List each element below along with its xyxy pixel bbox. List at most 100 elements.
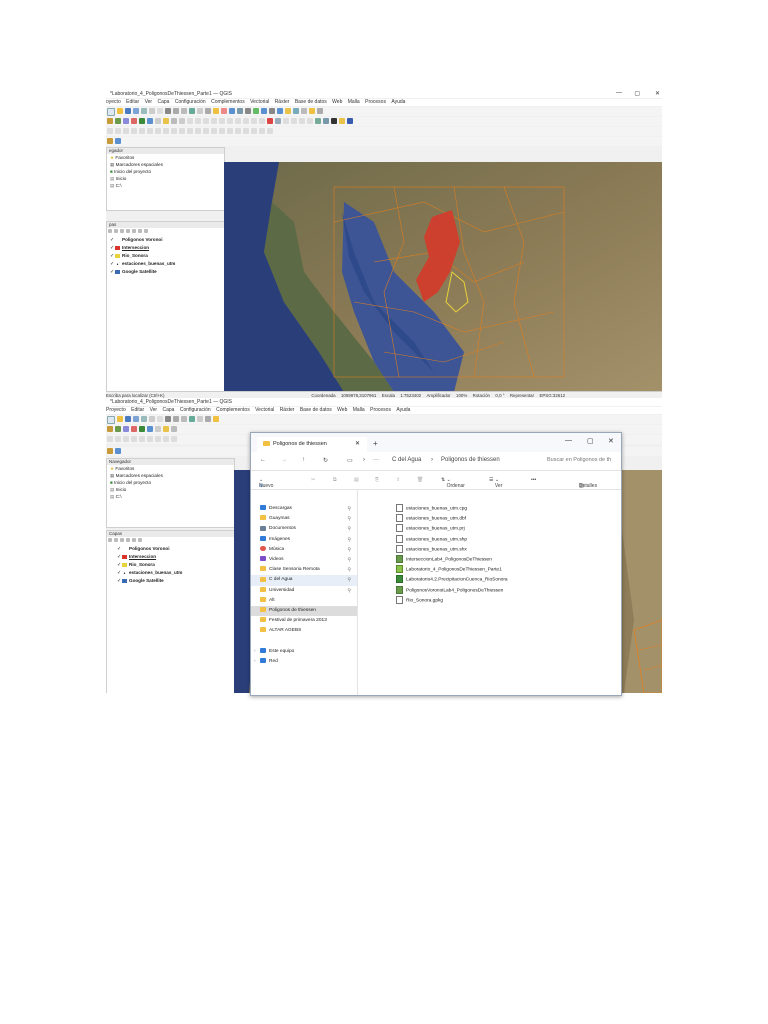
file-item[interactable]: Laboratorio4.2.PrecipitacionCuenca_RioSo… bbox=[358, 575, 621, 585]
more-button[interactable]: ••• bbox=[531, 477, 536, 483]
delete-icon[interactable]: 🗑 bbox=[417, 477, 423, 483]
browser-item-inicio-proyecto[interactable]: ■ Inicio del proyecto bbox=[107, 479, 234, 486]
nav-item-guaymas[interactable]: Guaymas ⚲ bbox=[251, 514, 357, 524]
back-arrow-icon[interactable]: ← bbox=[260, 457, 266, 463]
file-item[interactable]: estaciones_buenas_utm.shp bbox=[358, 534, 621, 545]
layer-interseccion[interactable]: ✓ Interseccion bbox=[107, 244, 224, 252]
layer-poligonos-voronoi[interactable]: ✓ Poligonos Voronoi bbox=[107, 236, 224, 244]
monitor-icon[interactable]: ▭ bbox=[347, 457, 353, 464]
menu-configuracion[interactable]: Configuración bbox=[180, 407, 211, 413]
layer-google-satellite[interactable]: ✓ Google Satellite bbox=[107, 268, 224, 276]
ellipsis-icon[interactable]: ··· bbox=[373, 457, 379, 463]
file-item[interactable]: estaciones_buenas_utm.dbf bbox=[358, 514, 621, 524]
nav-item-documentos[interactable]: Documentos ⚲ bbox=[251, 524, 357, 534]
menu-editar[interactable]: Editar bbox=[126, 99, 139, 105]
minimize-button[interactable]: — bbox=[565, 437, 572, 444]
toolbar-4[interactable] bbox=[106, 137, 662, 146]
browser-item-favoritos[interactable]: ★ Favoritos bbox=[107, 154, 224, 161]
menu-base-de-datos[interactable]: Base de datos bbox=[300, 407, 332, 413]
layers-toolbar[interactable] bbox=[107, 228, 224, 236]
layer-estaciones[interactable]: ✓ • estaciones_buenas_utm bbox=[107, 260, 224, 268]
nav-item-universidad[interactable]: Universidad ⚲ bbox=[251, 586, 357, 596]
rename-icon[interactable]: ⎘ bbox=[375, 477, 379, 483]
menu-proyecto[interactable]: oyecto bbox=[106, 99, 121, 105]
menu-web[interactable]: Web bbox=[332, 99, 342, 105]
close-button[interactable]: ✕ bbox=[655, 90, 660, 97]
menu-ayuda[interactable]: Ayuda bbox=[391, 99, 405, 105]
menu-procesos[interactable]: Procesos bbox=[365, 99, 386, 105]
menu-malla[interactable]: Malla bbox=[353, 407, 365, 413]
menu-complementos[interactable]: Complementos bbox=[216, 407, 250, 413]
menu-configuracion[interactable]: Configuración bbox=[175, 99, 206, 105]
nav-item-poligonos-thiessen[interactable]: Poligonos de thiessen bbox=[251, 605, 357, 617]
file-item[interactable]: estaciones_buenas_utm.prj bbox=[358, 524, 621, 534]
map-canvas[interactable] bbox=[224, 162, 662, 392]
nav-item-festival[interactable]: Festival de primavera 2013 bbox=[251, 616, 357, 626]
menu-vectorial[interactable]: Vectorial bbox=[255, 407, 274, 413]
explorer-tab[interactable]: Poligonos de thiessen ✕ bbox=[257, 437, 367, 452]
menu-malla[interactable]: Malla bbox=[348, 99, 360, 105]
nav-item-videos[interactable]: Videos ⚲ bbox=[251, 555, 357, 565]
file-item[interactable]: Rio_Sonora.gpkg bbox=[358, 595, 621, 606]
file-item[interactable]: Laboratorio_4_PoligonosDeThiessen_Parte1 bbox=[358, 565, 621, 575]
new-tab-button[interactable]: + bbox=[373, 439, 378, 448]
menu-vectorial[interactable]: Vectorial bbox=[250, 99, 269, 105]
close-tab-icon[interactable]: ✕ bbox=[355, 440, 360, 447]
layer-estaciones[interactable]: ✓ • estaciones_buenas_utm bbox=[107, 569, 234, 577]
menu-raster[interactable]: Ráster bbox=[280, 407, 295, 413]
nav-item-musica[interactable]: Música ⚲ bbox=[251, 545, 357, 555]
sort-button[interactable]: ⇅ Ordenar ⌄ bbox=[441, 477, 465, 489]
nav-item-descargas[interactable]: Descargas ⚲ bbox=[251, 504, 357, 514]
browser-item-c[interactable]: ▤ C:\ bbox=[107, 493, 234, 500]
layer-google-satellite[interactable]: ✓ Google Satellite bbox=[107, 577, 234, 585]
minimize-button[interactable]: — bbox=[616, 90, 622, 96]
menu-ayuda[interactable]: Ayuda bbox=[396, 407, 410, 413]
file-item[interactable]: estaciones_buenas_utm.shx bbox=[358, 544, 621, 555]
view-button[interactable]: ☰ Ver ⌄ bbox=[489, 477, 502, 489]
toolbar-2[interactable] bbox=[106, 117, 662, 126]
nav-item-red[interactable]: › Red bbox=[251, 657, 357, 667]
menu-ver[interactable]: Ver bbox=[150, 407, 158, 413]
breadcrumb-poligonos[interactable]: Poligonos de thiessen bbox=[441, 457, 500, 463]
nav-item-clase-sensoria[interactable]: Clase Sensoria Remota ⚲ bbox=[251, 565, 357, 575]
layers-toolbar[interactable] bbox=[107, 537, 234, 545]
layer-rio-sonora[interactable]: ✓ Rio_Sonora bbox=[107, 561, 234, 569]
close-button[interactable]: ✕ bbox=[608, 437, 614, 445]
nav-item-c-del-agua[interactable]: C del Agua ⚲ bbox=[251, 575, 357, 586]
share-icon[interactable]: ⇪ bbox=[396, 477, 400, 483]
nav-item-altar-agebs[interactable]: ALTAR AGEBS bbox=[251, 626, 357, 636]
layer-rio-sonora[interactable]: ✓ Rio_Sonora bbox=[107, 252, 224, 260]
forward-arrow-icon[interactable]: → bbox=[281, 457, 287, 463]
menu-capa[interactable]: Capa bbox=[162, 407, 174, 413]
browser-item-c[interactable]: ▤ C:\ bbox=[107, 182, 224, 189]
layer-poligonos-voronoi[interactable]: ✓ Poligonos Voronoi bbox=[107, 545, 234, 553]
menu-proyecto[interactable]: Proyecto bbox=[106, 407, 126, 413]
browser-item-inicio[interactable]: ▤ Inicio bbox=[107, 486, 234, 493]
nav-item-este-equipo[interactable]: › Este equipo bbox=[251, 647, 357, 657]
menu-ver[interactable]: Ver bbox=[145, 99, 153, 105]
up-arrow-icon[interactable]: ↑ bbox=[302, 457, 305, 463]
browser-item-marcadores[interactable]: ▦ Marcadores espaciales bbox=[107, 161, 224, 168]
nav-item-alt[interactable]: Alt bbox=[251, 596, 357, 606]
menu-base-de-datos[interactable]: Base de datos bbox=[295, 99, 327, 105]
layer-interseccion[interactable]: ✓ Interseccion bbox=[107, 553, 234, 561]
maximize-button[interactable]: ▢ bbox=[634, 90, 640, 97]
search-input[interactable]: Buscar en Poligonos de th bbox=[547, 457, 619, 463]
file-item[interactable]: estaciones_buenas_utm.cpg bbox=[358, 504, 621, 514]
new-button[interactable]: ⊕ Nuevo ⌄ bbox=[259, 477, 273, 489]
browser-item-favoritos[interactable]: ★ Favoritos bbox=[107, 465, 234, 472]
menu-capa[interactable]: Capa bbox=[157, 99, 169, 105]
paste-icon[interactable]: ▤ bbox=[354, 477, 359, 483]
file-item[interactable]: InterseccionLab4_PoligonosDeThiessen bbox=[358, 554, 621, 565]
browser-item-marcadores[interactable]: ▦ Marcadores espaciales bbox=[107, 472, 234, 479]
nav-item-imagenes[interactable]: Imágenes ⚲ bbox=[251, 535, 357, 545]
toolbar-1[interactable] bbox=[106, 107, 662, 116]
menu-web[interactable]: Web bbox=[337, 407, 347, 413]
cut-icon[interactable]: ✂ bbox=[311, 477, 315, 483]
menu-complementos[interactable]: Complementos bbox=[211, 99, 245, 105]
toolbar-3[interactable] bbox=[106, 127, 662, 136]
breadcrumb-c-del-agua[interactable]: C del Agua bbox=[392, 457, 421, 463]
browser-item-inicio[interactable]: ▤ Inicio bbox=[107, 175, 224, 182]
browser-item-inicio-proyecto[interactable]: ■ Inicio del proyecto bbox=[107, 168, 224, 175]
refresh-icon[interactable]: ↻ bbox=[323, 457, 328, 464]
